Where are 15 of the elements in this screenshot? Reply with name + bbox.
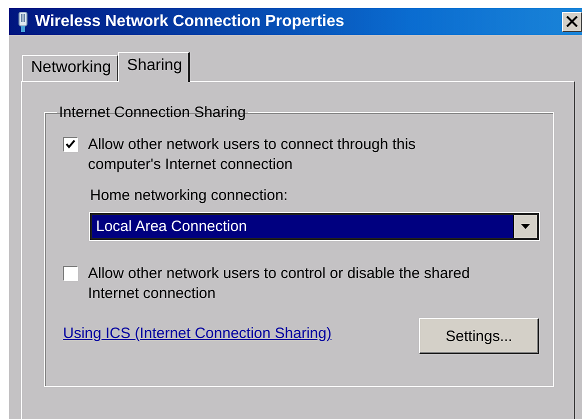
- tab[interactable]: Networking: [22, 55, 118, 81]
- close-button[interactable]: [562, 12, 582, 32]
- window-title: Wireless Network Connection Properties: [35, 12, 346, 30]
- network-adapter-icon: [17, 12, 29, 32]
- help-link[interactable]: Using ICS (Internet Connection Sharing): [63, 325, 332, 342]
- settings-button[interactable]: Settings...: [419, 318, 539, 354]
- checkbox[interactable]: [63, 137, 78, 152]
- checkbox-label: Allow other network users to connect through this computer's Internet connection: [88, 135, 417, 175]
- field-label: Home networking connection:: [90, 187, 289, 204]
- close-icon: [566, 16, 578, 27]
- checkbox[interactable]: [63, 266, 78, 281]
- checkbox-label: Allow other network users to control or disable the shared Internet connection: [88, 264, 471, 304]
- tab[interactable]: Sharing: [118, 52, 190, 82]
- connection-dropdown[interactable]: Local Area Connection: [90, 213, 539, 240]
- group-title: Internet Connection Sharing: [58, 104, 247, 121]
